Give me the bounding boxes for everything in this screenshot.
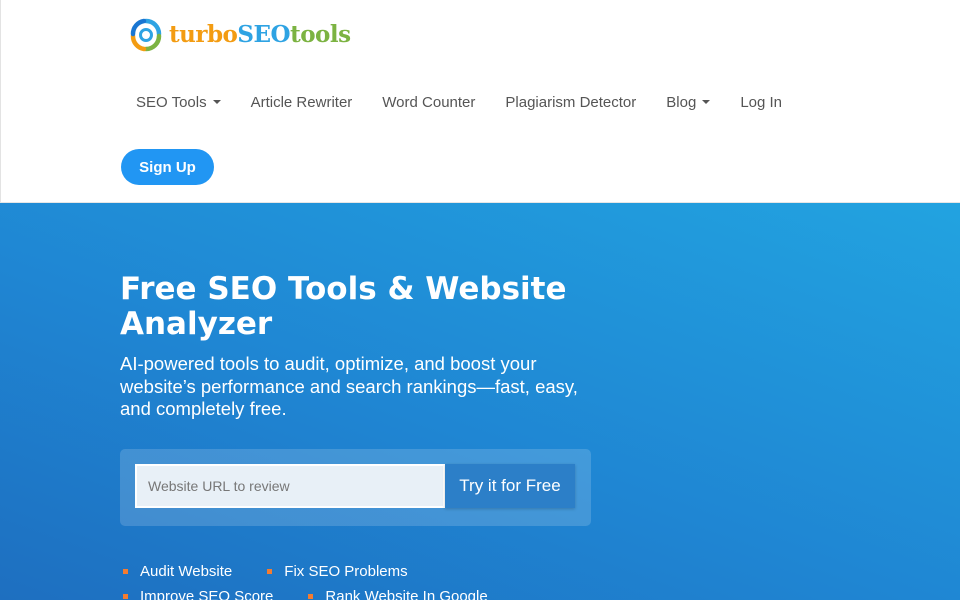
- feature-list: Audit Website Fix SEO Problems Improve S…: [120, 559, 520, 600]
- nav-item-label: SEO Tools: [136, 93, 207, 111]
- feature-label: Improve SEO Score: [140, 588, 274, 600]
- logo-wordmark: turboSEOtools: [169, 17, 351, 53]
- logo-swirl-icon: [130, 18, 162, 52]
- hero-section: Free SEO Tools & Website Analyzer AI-pow…: [0, 203, 960, 600]
- website-url-input[interactable]: [135, 464, 445, 508]
- nav-item-label: Word Counter: [382, 93, 476, 111]
- site-header: turboSEOtools SEO Tools Article Rewriter…: [0, 0, 960, 203]
- feature-row: Improve SEO Score Rank Website In Google: [120, 584, 520, 600]
- url-review-form: Try it for Free: [120, 449, 591, 526]
- list-item: Audit Website: [120, 563, 232, 580]
- feature-label: Rank Website In Google: [325, 588, 488, 600]
- nav-item-label: Article Rewriter: [250, 93, 353, 111]
- hero-subtitle: AI-powered tools to audit, optimize, and…: [120, 353, 578, 419]
- sign-up-button[interactable]: Sign Up: [121, 149, 214, 185]
- hero-title: Free SEO Tools & Website Analyzer: [120, 271, 567, 342]
- list-item: Improve SEO Score: [120, 588, 273, 600]
- bullet-icon: [123, 594, 128, 599]
- feature-label: Audit Website: [140, 563, 233, 580]
- nav-item-word-counter[interactable]: Word Counter: [367, 82, 490, 122]
- list-item: Fix SEO Problems: [264, 563, 408, 580]
- feature-label: Fix SEO Problems: [284, 563, 408, 580]
- site-logo[interactable]: turboSEOtools: [129, 17, 351, 53]
- list-item: Rank Website In Google: [305, 588, 488, 600]
- try-it-free-button[interactable]: Try it for Free: [445, 464, 575, 508]
- caret-down-icon: [702, 100, 711, 104]
- bullet-icon: [308, 594, 314, 599]
- nav-item-label: Log In: [740, 93, 783, 111]
- logo-text-tools: tools: [290, 21, 351, 48]
- logo-text-seo: SEO: [237, 21, 291, 48]
- logo-text-turbo: turbo: [169, 21, 238, 48]
- caret-down-icon: [212, 100, 221, 104]
- nav-item-blog[interactable]: Blog: [651, 82, 725, 122]
- bullet-icon: [267, 569, 273, 574]
- nav-item-article-rewriter[interactable]: Article Rewriter: [236, 82, 368, 122]
- nav-item-label: Plagiarism Detector: [505, 93, 637, 111]
- nav-item-seo-tools[interactable]: SEO Tools: [121, 82, 236, 122]
- nav-item-label: Blog: [666, 93, 697, 111]
- feature-row: Audit Website Fix SEO Problems: [120, 559, 520, 584]
- main-nav: SEO Tools Article Rewriter Word Counter …: [121, 82, 797, 122]
- bullet-icon: [123, 569, 128, 574]
- nav-item-log-in[interactable]: Log In: [725, 82, 797, 122]
- nav-item-plagiarism-detector[interactable]: Plagiarism Detector: [490, 82, 651, 122]
